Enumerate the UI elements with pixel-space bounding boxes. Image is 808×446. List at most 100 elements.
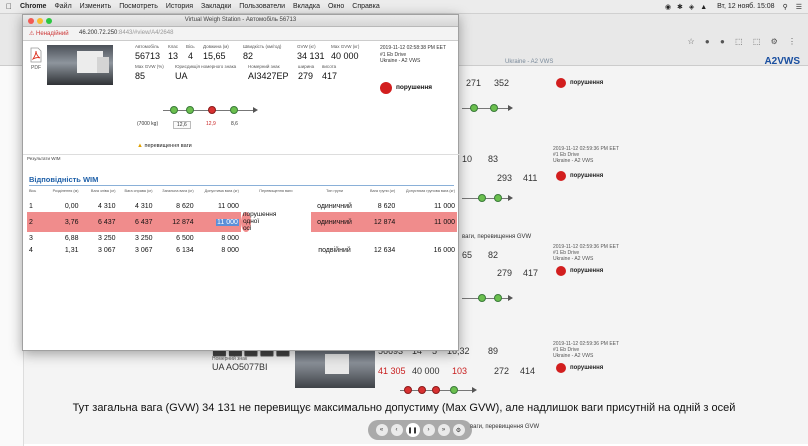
label-speed: Швидкість (км/год) <box>243 44 282 49</box>
bg-val: 89 <box>488 346 499 356</box>
cell-selected[interactable]: 11 000 <box>195 212 241 232</box>
bg-gvw-red: 41 305 <box>378 366 406 376</box>
direction-arrow <box>472 387 477 393</box>
menu-file[interactable]: Файл <box>54 3 71 10</box>
cell: 3 067 <box>97 246 116 254</box>
menu-chrome[interactable]: Chrome <box>20 3 46 10</box>
table-header-row: Вісь Розділення (м) Вага зліва (кг) Вага… <box>27 189 457 200</box>
pause-icon[interactable]: ❚❚ <box>405 423 420 437</box>
menu-tab[interactable]: Вкладка <box>293 3 320 10</box>
url-text[interactable]: 46.200.72.250:8443/#view/A4/2648 <box>79 30 173 36</box>
prev-icon[interactable]: ‹ <box>390 424 403 436</box>
axle-load-label: (7000 kg) <box>137 121 159 127</box>
axle-dot <box>186 106 194 114</box>
not-secure-label: Ненадійний <box>36 31 69 37</box>
value-axles: 4 <box>188 51 194 61</box>
axle-lane <box>462 108 508 109</box>
cell: 4 <box>29 246 33 254</box>
axle-dot <box>478 294 486 302</box>
label-country: Юрисдикція номерного знака <box>175 64 237 69</box>
bg-note: ваги, перевищення GVW <box>470 424 540 430</box>
bg-plate: UA AO5077BI <box>212 362 268 372</box>
pdf-icon[interactable] <box>29 47 43 63</box>
cell: 1,31 <box>64 246 79 254</box>
menu-bookmarks[interactable]: Закладки <box>201 3 231 10</box>
settings-icon[interactable]: ⚙ <box>452 424 465 436</box>
cell: 3 <box>29 234 33 242</box>
direction-arrow <box>508 105 513 111</box>
cell <box>311 232 358 244</box>
cell <box>358 232 397 244</box>
col-overweight: Перевищення ваги <box>259 189 293 193</box>
violation-label: порушення <box>570 268 604 274</box>
menu-history[interactable]: История <box>166 3 193 10</box>
tab-wim-results[interactable]: Результати WIM <box>27 156 60 161</box>
section-title: Відповідність WIM <box>29 175 99 184</box>
address-bar[interactable]: ⚠ Ненадійний 46.200.72.250:8443/#view/A4… <box>23 27 458 41</box>
status-icons[interactable]: ◉ ✱ ◈ ▲ <box>665 3 709 11</box>
rewind-icon[interactable]: « <box>375 424 388 436</box>
label-width: ширина <box>298 64 315 69</box>
violation-icon <box>556 363 566 373</box>
value-country: UA <box>175 71 188 81</box>
label-axles: Вісь <box>186 44 195 49</box>
value-speed: 82 <box>243 51 254 61</box>
col-allowed-weight: Допустима вага (кг) <box>204 189 239 193</box>
record-timestamp: 2019-11-12 02:58:38 PM EET <box>380 45 447 51</box>
axle-dot <box>170 106 178 114</box>
cell <box>241 244 311 256</box>
truck-photo[interactable] <box>47 45 113 85</box>
axle-dot-violation <box>404 386 412 394</box>
cell: 11 000 <box>218 202 239 210</box>
menu-help[interactable]: Справка <box>352 3 379 10</box>
value-height: 417 <box>322 71 338 81</box>
cell: 3 250 <box>135 234 153 242</box>
section-divider <box>29 185 454 186</box>
cell: 0,00 <box>64 202 79 210</box>
violation-icon <box>556 171 566 181</box>
next-icon[interactable]: › <box>422 424 435 436</box>
table-row[interactable]: 3 6,88 3 250 3 250 6 500 8 000 <box>27 232 457 244</box>
extension-icons[interactable]: ☆ ● ● ⬚ ⬚ ⚙ ⋮ <box>688 37 800 46</box>
value-width: 279 <box>298 71 314 81</box>
bg-country: Ukraine - A2 VWS <box>553 256 594 262</box>
overweight-label: перевищення ваги <box>144 143 192 149</box>
forward-icon[interactable]: » <box>437 424 450 436</box>
violation-label: порушення <box>396 84 433 91</box>
value-auto: 56713 <box>135 51 161 61</box>
menu-users[interactable]: Пользователи <box>239 3 285 10</box>
truck-trailer-shape <box>325 354 349 374</box>
cell: 16 000 <box>433 246 455 254</box>
menu-list-icon[interactable]: ☰ <box>796 3 802 11</box>
cell: 2 <box>27 212 50 232</box>
bg-pct-red: 103 <box>452 366 468 376</box>
cell: 6 500 <box>176 234 194 242</box>
apple-icon[interactable]:  <box>6 2 12 11</box>
table-row[interactable]: 4 1,31 3 067 3 067 6 134 8 000 подвійний… <box>27 244 457 256</box>
menu-view[interactable]: Посмотреть <box>119 3 158 10</box>
window-title: Virtual Weigh Station - Автомобіль 56713 <box>184 17 297 23</box>
table-row[interactable]: 1 0,00 4 310 4 310 8 620 11 000 одинични… <box>27 200 457 212</box>
cell: подвійний <box>318 246 351 254</box>
direction-arrow <box>508 195 513 201</box>
cell <box>241 232 311 244</box>
bg-val: 293 <box>497 173 513 183</box>
bg-val: 279 <box>497 268 513 278</box>
cell: одиничний <box>317 202 352 210</box>
label-gvw: GVW (кг) <box>297 44 316 49</box>
axle-dot <box>494 194 502 202</box>
bg-country: Ukraine - A2 VWS <box>553 158 594 164</box>
url-host: 46.200.72.250 <box>79 30 118 36</box>
menu-edit[interactable]: Изменить <box>80 3 112 10</box>
axle-load-box: 12,6 <box>173 121 191 129</box>
url-path: :8443/#view/A4/2648 <box>117 30 174 36</box>
menu-window[interactable]: Окно <box>328 3 344 10</box>
not-secure-badge[interactable]: ⚠ Ненадійний <box>29 30 69 37</box>
window-titlebar[interactable]: Virtual Weigh Station - Автомобіль 56713 <box>23 15 458 27</box>
pdf-label: PDF <box>31 65 41 71</box>
table-row-violation[interactable]: 2 3,76 6 437 6 437 12 874 11 000 порушен… <box>27 211 457 232</box>
clock[interactable]: Вт, 12 нояб. 15:08 <box>717 3 774 10</box>
axle-dot-violation <box>418 386 426 394</box>
cell: 11 000 <box>434 202 455 210</box>
search-icon[interactable]: ⚲ <box>783 3 788 11</box>
